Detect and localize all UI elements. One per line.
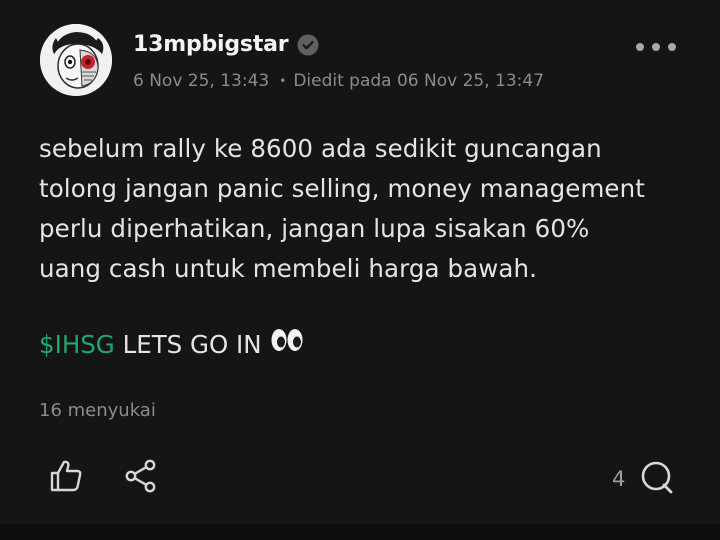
post-card: 13mpbigstar 6 Nov 25, 13:43 • Diedit pad… xyxy=(0,0,720,524)
post-meta: 6 Nov 25, 13:43 • Diedit pada 06 Nov 25,… xyxy=(133,71,544,91)
share-icon xyxy=(124,458,158,498)
eyes-emoji xyxy=(270,325,304,365)
more-options-icon[interactable] xyxy=(636,33,676,61)
post-body-line: sebelum rally ke 8600 ada sedikit guncan… xyxy=(39,134,602,163)
cashtag-link[interactable]: $IHSG xyxy=(39,325,115,365)
avatar[interactable] xyxy=(40,24,112,96)
post-tag-line: $IHSG LETS GO IN xyxy=(39,325,304,365)
avatar-image xyxy=(40,24,112,96)
post-timestamp: 6 Nov 25, 13:43 xyxy=(133,71,270,91)
username[interactable]: 13mpbigstar xyxy=(133,32,289,57)
comment-button[interactable]: 4 xyxy=(612,459,675,499)
edited-label: Diedit pada 06 Nov 25, 13:47 xyxy=(293,71,545,91)
bottom-divider xyxy=(0,524,720,540)
comment-count: 4 xyxy=(612,467,626,491)
post-body-line: perlu diperhatikan, jangan lupa sisakan … xyxy=(39,214,590,243)
like-button[interactable] xyxy=(48,458,84,498)
post-body-line: tolong jangan panic selling, money manag… xyxy=(39,174,645,203)
share-button[interactable] xyxy=(124,458,158,498)
post-body-line: uang cash untuk membeli harga bawah. xyxy=(39,254,538,283)
verified-badge-icon xyxy=(297,34,319,56)
comment-bubble-icon xyxy=(639,459,675,499)
tag-line-text: LETS GO IN xyxy=(114,330,262,359)
post-body: sebelum rally ke 8600 ada sedikit guncan… xyxy=(39,129,699,289)
likes-count[interactable]: 16 menyukai xyxy=(39,400,156,421)
author-row: 13mpbigstar xyxy=(133,32,319,57)
thumbs-up-icon xyxy=(48,458,84,498)
meta-separator: • xyxy=(279,74,287,88)
